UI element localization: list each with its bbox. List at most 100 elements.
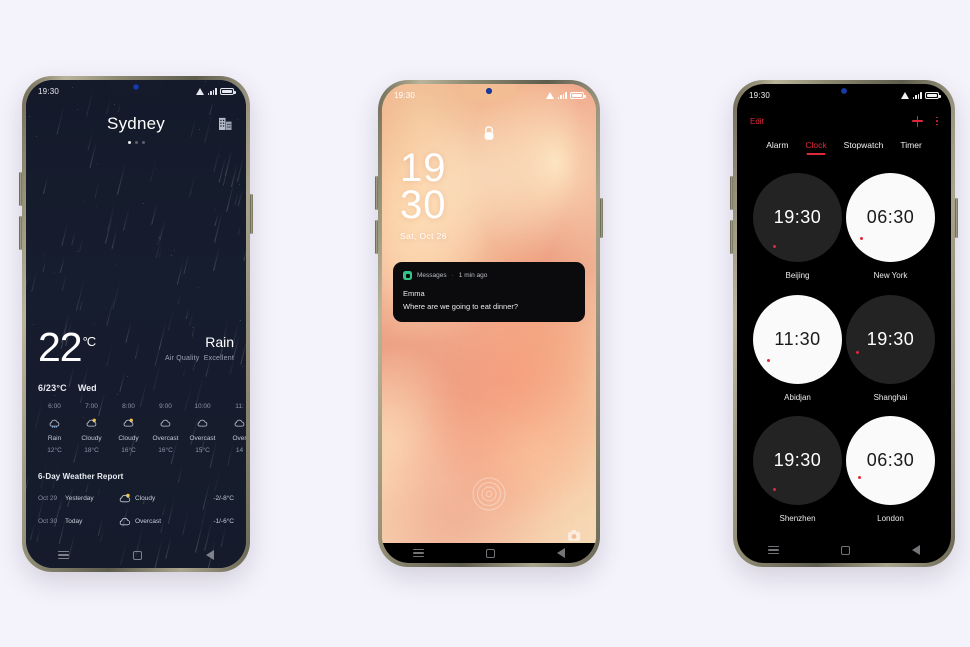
lock-icon <box>484 126 494 140</box>
tab-stopwatch[interactable]: Stopwatch <box>844 140 884 155</box>
cloud-icon <box>234 419 245 427</box>
clock-hour: 19 <box>400 146 447 190</box>
hourly-forecast[interactable]: 6:00 Rain 12°C 7:00 Cloudy 18°C 8:00 Cloudy 16°C… <box>36 403 246 454</box>
hourly-item[interactable]: 6:00 Rain 12°C <box>36 403 73 454</box>
clock-marker-dot <box>773 488 776 492</box>
home-icon[interactable] <box>133 550 142 560</box>
volume-down-button[interactable] <box>19 216 22 250</box>
power-button[interactable] <box>250 194 253 234</box>
hourly-item[interactable]: 10:00 Overcast 15°C <box>184 403 221 454</box>
volume-up-button[interactable] <box>375 176 378 210</box>
forecast-row[interactable]: Oct 30 Today Overcast -1/-6°C <box>36 516 236 527</box>
page-indicator[interactable] <box>26 141 246 144</box>
world-clock-item[interactable]: 19:30 Shenzhen <box>751 413 844 535</box>
forecast-condition: Cloudy <box>135 495 156 503</box>
partly-cloudy-icon <box>119 493 131 503</box>
clock-face: 19:30 <box>753 173 842 262</box>
clock-marker-dot <box>858 476 861 480</box>
camera-icon[interactable] <box>568 530 580 541</box>
notification-timestamp: 1 min ago <box>458 272 488 279</box>
cloud-icon <box>160 419 171 427</box>
back-icon[interactable] <box>206 550 214 560</box>
tab-alarm[interactable]: Alarm <box>766 140 788 155</box>
air-quality-value: Excellent <box>203 355 234 362</box>
world-clock-item[interactable]: 19:30 Beijing <box>751 170 844 292</box>
world-clock-item[interactable]: 11:30 Abidjan <box>751 292 844 414</box>
world-clock-grid: 19:30 Beijing 06:30 New York 11:30 Abidjan 19:… <box>751 170 937 535</box>
more-vertical-icon[interactable] <box>936 116 938 126</box>
hourly-item[interactable]: 7:00 Cloudy 18°C <box>73 403 110 454</box>
forecast-label: Today <box>65 518 83 526</box>
battery-icon <box>925 91 941 99</box>
partly-cloudy-icon <box>123 418 134 427</box>
clock-time: 11:30 <box>774 328 821 349</box>
volume-up-button[interactable] <box>19 172 22 206</box>
forecast-list: Oct 29 Yesterday Cloudy -2/-8°C Oct 30 Today O… <box>36 493 236 527</box>
lock-date: Sat, Oct 26 <box>400 230 447 241</box>
world-clock-item[interactable]: 19:30 Shanghai <box>844 292 937 414</box>
plus-icon[interactable] <box>912 115 924 127</box>
phone-clock: 19:30 Edit Alarm Clock Stopwatch Timer 19:3… <box>730 80 958 567</box>
world-clock-item[interactable]: 06:30 London <box>844 413 937 535</box>
hourly-condition: Cloudy <box>81 434 102 442</box>
notification-card[interactable]: Messages · 1 min ago Emma Where are we g… <box>393 262 585 322</box>
city-buildings-icon[interactable] <box>219 116 232 130</box>
power-button[interactable] <box>955 198 958 238</box>
world-clock-item[interactable]: 06:30 New York <box>844 170 937 292</box>
battery-icon <box>220 87 236 95</box>
forecast-row[interactable]: Oct 29 Yesterday Cloudy -2/-8°C <box>36 493 236 504</box>
edit-button[interactable]: Edit <box>750 117 764 126</box>
clock-city-label: London <box>877 514 904 524</box>
hourly-item[interactable]: 8:00 Cloudy 16°C <box>110 403 147 454</box>
clock-marker-dot <box>767 358 770 362</box>
back-icon[interactable] <box>557 548 565 558</box>
recents-icon[interactable] <box>768 546 779 554</box>
status-icons <box>196 87 236 95</box>
battery-icon <box>570 91 586 99</box>
weather-details-panel: 22°C Rain Air Quality Excellent 6/23°C W… <box>26 320 246 542</box>
clock-app-screen: 19:30 Edit Alarm Clock Stopwatch Timer 19:3… <box>737 84 951 563</box>
fingerprint-icon[interactable] <box>472 477 506 511</box>
notification-header: Messages · 1 min ago <box>403 271 575 280</box>
hourly-condition: Overcast <box>152 434 179 442</box>
status-icons <box>901 91 941 99</box>
page-title: Sydney <box>107 114 165 133</box>
hourly-item[interactable]: 11: Over 14 <box>221 403 246 454</box>
volume-down-button[interactable] <box>730 220 733 254</box>
clock-marker-dot <box>860 237 863 240</box>
nav-bar <box>26 542 246 568</box>
current-weather: 22°C Rain Air Quality Excellent <box>36 320 236 368</box>
power-button[interactable] <box>600 198 603 238</box>
clock-face: 06:30 <box>846 416 935 506</box>
clock-city-label: Beijing <box>785 271 810 280</box>
clock-time: 06:30 <box>866 450 915 471</box>
hourly-temp: 15°C <box>195 446 210 454</box>
recents-icon[interactable] <box>413 549 424 557</box>
clock-face: 06:30 <box>846 173 935 262</box>
rain-icon <box>49 419 60 429</box>
tab-clock[interactable]: Clock <box>805 140 826 155</box>
back-icon[interactable] <box>912 545 920 555</box>
cloud-icon <box>119 518 131 526</box>
notification-message: Where are we going to eat dinner? <box>403 302 519 311</box>
volume-down-button[interactable] <box>375 220 378 254</box>
forecast-label: Yesterday <box>65 495 94 503</box>
clock-time: 19:30 <box>866 328 915 349</box>
tab-timer[interactable]: Timer <box>900 140 921 155</box>
volume-up-button[interactable] <box>730 176 733 210</box>
notification-app-name: Messages <box>417 272 447 279</box>
front-camera <box>486 88 492 94</box>
home-icon[interactable] <box>841 545 850 555</box>
clock-city-label: Shenzhen <box>779 514 816 524</box>
hourly-icon-wrap <box>73 417 110 429</box>
home-icon[interactable] <box>486 548 495 558</box>
hourly-condition: Rain <box>47 434 62 442</box>
hourly-item[interactable]: 9:00 Overcast 16°C <box>147 403 184 454</box>
forecast-temps: -1/-6°C <box>213 518 234 526</box>
phone-weather: 19:30 Sydney 22°C Rain Air Quality Excel… <box>19 76 253 572</box>
clock-marker-dot <box>856 350 859 354</box>
forecast-date: Oct 30 <box>38 518 58 526</box>
weather-header: Sydney <box>26 114 246 144</box>
hourly-temp: 16°C <box>121 446 136 454</box>
recents-icon[interactable] <box>58 551 69 559</box>
